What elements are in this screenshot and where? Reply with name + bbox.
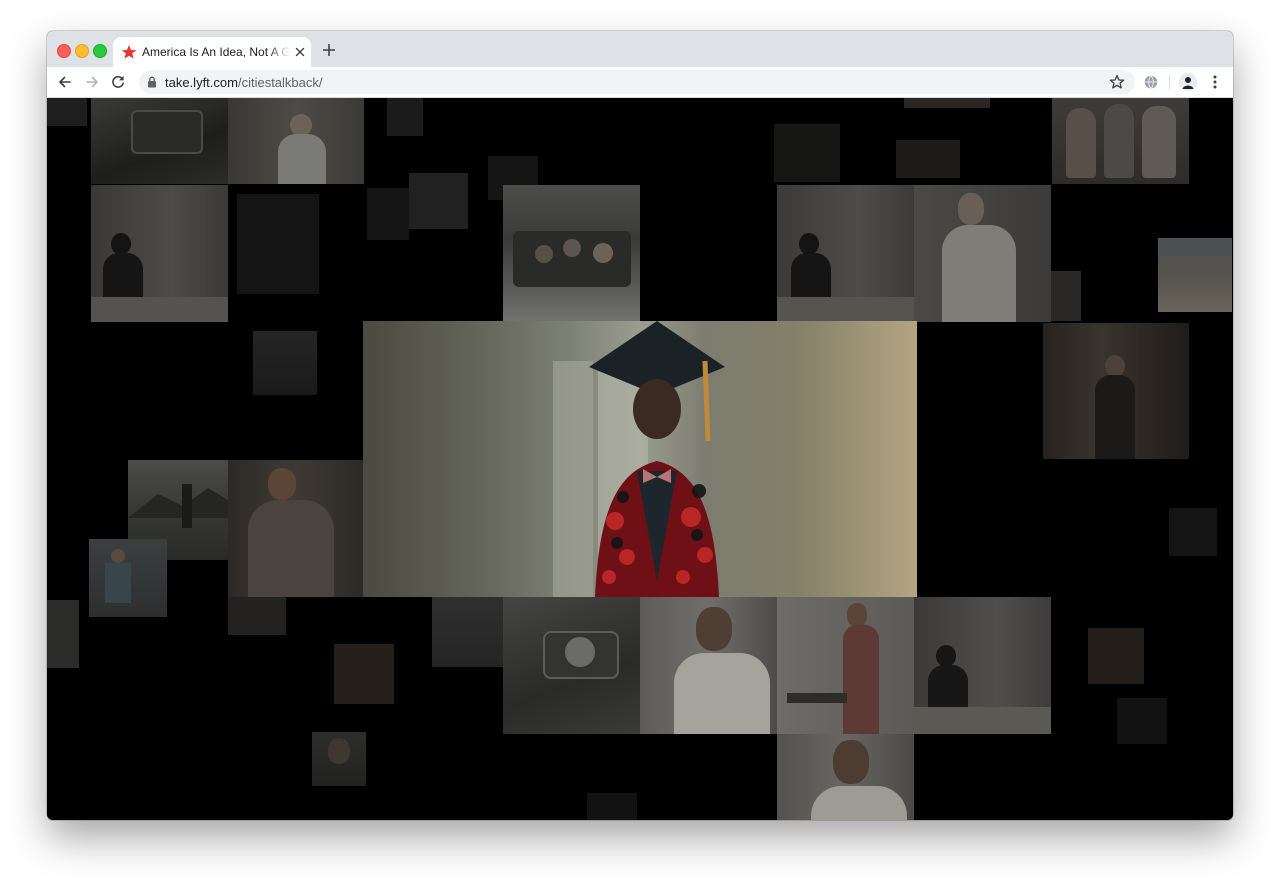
photo-tile-crowd-blur[interactable] bbox=[1043, 323, 1189, 459]
photo-tile[interactable] bbox=[367, 188, 409, 240]
photo-tile[interactable] bbox=[432, 597, 503, 667]
photo-tile-silhouette-room[interactable] bbox=[91, 185, 228, 322]
url-path: /citiestalkback/ bbox=[237, 75, 323, 90]
plus-icon[interactable] bbox=[323, 44, 335, 56]
photo-tile-man-portrait[interactable] bbox=[228, 98, 364, 184]
close-window-button[interactable] bbox=[57, 44, 71, 58]
photo-tile-woman-keyboard[interactable] bbox=[777, 597, 914, 734]
photo-tile-man-profile[interactable] bbox=[914, 185, 1051, 322]
page-content bbox=[47, 98, 1233, 820]
photo-tile-car-headlight[interactable] bbox=[503, 597, 640, 734]
avatar-icon[interactable] bbox=[1179, 73, 1197, 91]
photo-tile[interactable] bbox=[228, 597, 286, 635]
photo-tile[interactable] bbox=[774, 124, 840, 182]
browser-tab[interactable]: America Is An Idea, Not A Geography bbox=[113, 37, 311, 67]
photo-tile-man-reflective[interactable] bbox=[777, 734, 914, 820]
tab-strip: America Is An Idea, Not A Geography bbox=[47, 31, 1233, 67]
back-arrow-icon[interactable] bbox=[57, 74, 73, 90]
red-star-icon bbox=[121, 45, 137, 59]
browser-toolbar: take.lyft.com/citiestalkback/ bbox=[47, 67, 1233, 98]
photo-tile-silhouette-room[interactable] bbox=[777, 185, 914, 322]
photo-tile-man-reflective[interactable] bbox=[640, 597, 777, 734]
star-icon[interactable] bbox=[1109, 74, 1125, 90]
photo-tile[interactable] bbox=[237, 194, 319, 294]
url-domain: take.lyft.com bbox=[165, 75, 238, 90]
photo-tile[interactable] bbox=[387, 98, 423, 136]
url-text: take.lyft.com/citiestalkback/ bbox=[165, 75, 323, 90]
photo-tile[interactable] bbox=[1117, 698, 1167, 744]
photo-tile[interactable] bbox=[904, 98, 990, 108]
featured-video-graduate[interactable] bbox=[363, 321, 917, 597]
photo-tile-mother-daughter[interactable] bbox=[228, 460, 363, 597]
photo-tile-die-a-hero-sign[interactable] bbox=[1088, 628, 1144, 684]
photo-tile-boy-outdoor[interactable] bbox=[89, 539, 167, 617]
close-icon[interactable] bbox=[293, 45, 307, 59]
photo-tile[interactable] bbox=[409, 173, 468, 229]
tab-title: America Is An Idea, Not A Geography bbox=[142, 45, 290, 59]
browser-window: America Is An Idea, Not A Geography take… bbox=[47, 31, 1233, 820]
kebab-menu-icon[interactable] bbox=[1207, 74, 1223, 90]
photo-tile[interactable] bbox=[587, 793, 637, 820]
maximize-window-button[interactable] bbox=[93, 44, 107, 58]
reload-icon[interactable] bbox=[110, 74, 126, 90]
photo-tile-car-passengers[interactable] bbox=[503, 185, 640, 322]
photo-tile-car-headlight[interactable] bbox=[91, 98, 228, 184]
photo-tile[interactable] bbox=[47, 600, 79, 668]
photo-tile-family-group[interactable] bbox=[1052, 98, 1189, 184]
photo-tile[interactable] bbox=[896, 140, 960, 178]
globe-icon[interactable] bbox=[1143, 74, 1159, 90]
forward-arrow-icon[interactable] bbox=[84, 74, 100, 90]
graduate-figure bbox=[589, 321, 725, 597]
toolbar-separator bbox=[1169, 75, 1170, 89]
photo-tile[interactable] bbox=[47, 98, 87, 126]
photo-tile-silhouette-room[interactable] bbox=[914, 597, 1051, 734]
lock-icon bbox=[148, 76, 156, 88]
photo-tile[interactable] bbox=[1169, 508, 1217, 556]
photo-tile-die-a-hero-sign[interactable] bbox=[334, 644, 394, 704]
minimize-window-button[interactable] bbox=[75, 44, 89, 58]
photo-tile-man-bald[interactable] bbox=[312, 732, 366, 786]
photo-tile-courtyard[interactable] bbox=[1158, 238, 1232, 312]
photo-tile[interactable] bbox=[253, 331, 317, 395]
address-bar[interactable]: take.lyft.com/citiestalkback/ bbox=[139, 70, 1135, 94]
photo-tile[interactable] bbox=[1051, 271, 1081, 321]
